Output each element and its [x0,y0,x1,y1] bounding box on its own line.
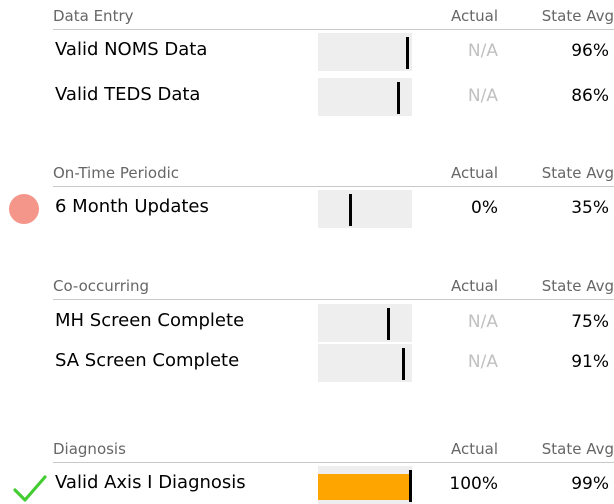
state-avg-marker [397,82,400,114]
actual-value: N/A [467,86,498,106]
state-avg-column-header: State Avg [541,277,614,295]
progress-bar [318,466,412,504]
metric-label: Valid Axis I Diagnosis [55,472,246,493]
actual-value: N/A [467,312,498,332]
progress-bar [318,344,412,382]
metric-row[interactable]: 6 Month Updates 0% 35% [0,190,614,228]
check-icon [13,475,47,502]
actual-column-header: Actual [451,164,498,182]
state-avg-marker [387,308,390,340]
actual-column-header: Actual [451,440,498,458]
progress-bar [318,33,412,71]
state-avg-column-header: State Avg [541,7,614,25]
metric-label: 6 Month Updates [55,196,209,217]
state-avg-column-header: State Avg [541,440,614,458]
metric-row[interactable]: SA Screen Complete N/A 91% [0,344,614,382]
section-title: Co-occurring [53,277,150,295]
section-title: Data Entry [53,7,134,25]
alert-icon [9,194,39,224]
state-avg-marker [349,194,352,226]
state-avg-value: 86% [571,86,609,106]
state-avg-value: 75% [571,312,609,332]
actual-value: N/A [467,41,498,61]
metric-row[interactable]: MH Screen Complete N/A 75% [0,304,614,342]
state-avg-value: 96% [571,41,609,61]
progress-bar [318,304,412,342]
metric-label: Valid TEDS Data [55,84,201,105]
progress-bar [318,78,412,116]
actual-column-header: Actual [451,7,498,25]
state-avg-marker [402,348,405,380]
metric-row[interactable]: Valid NOMS Data N/A 96% [0,33,614,71]
state-avg-marker [406,37,409,69]
metric-row[interactable]: Valid TEDS Data N/A 86% [0,78,614,116]
section-header: Diagnosis Actual State Avg [53,440,614,463]
section-header: On-Time Periodic Actual State Avg [53,164,614,187]
actual-value: 100% [449,474,498,494]
state-avg-column-header: State Avg [541,164,614,182]
state-avg-value: 91% [571,352,609,372]
actual-column-header: Actual [451,277,498,295]
actual-value: N/A [467,352,498,372]
actual-fill [318,474,412,500]
metric-label: SA Screen Complete [55,350,240,371]
section-header: Co-occurring Actual State Avg [53,277,614,300]
metric-row[interactable]: Valid Axis I Diagnosis 100% 99% [0,466,614,504]
actual-value: 0% [471,198,498,218]
section-header: Data Entry Actual State Avg [53,7,614,30]
state-avg-marker [409,470,412,502]
metric-label: MH Screen Complete [55,310,245,331]
state-avg-value: 35% [571,198,609,218]
state-avg-value: 99% [571,474,609,494]
section-title: Diagnosis [53,440,126,458]
progress-bar [318,190,412,228]
metric-label: Valid NOMS Data [55,39,208,60]
section-title: On-Time Periodic [53,164,180,182]
